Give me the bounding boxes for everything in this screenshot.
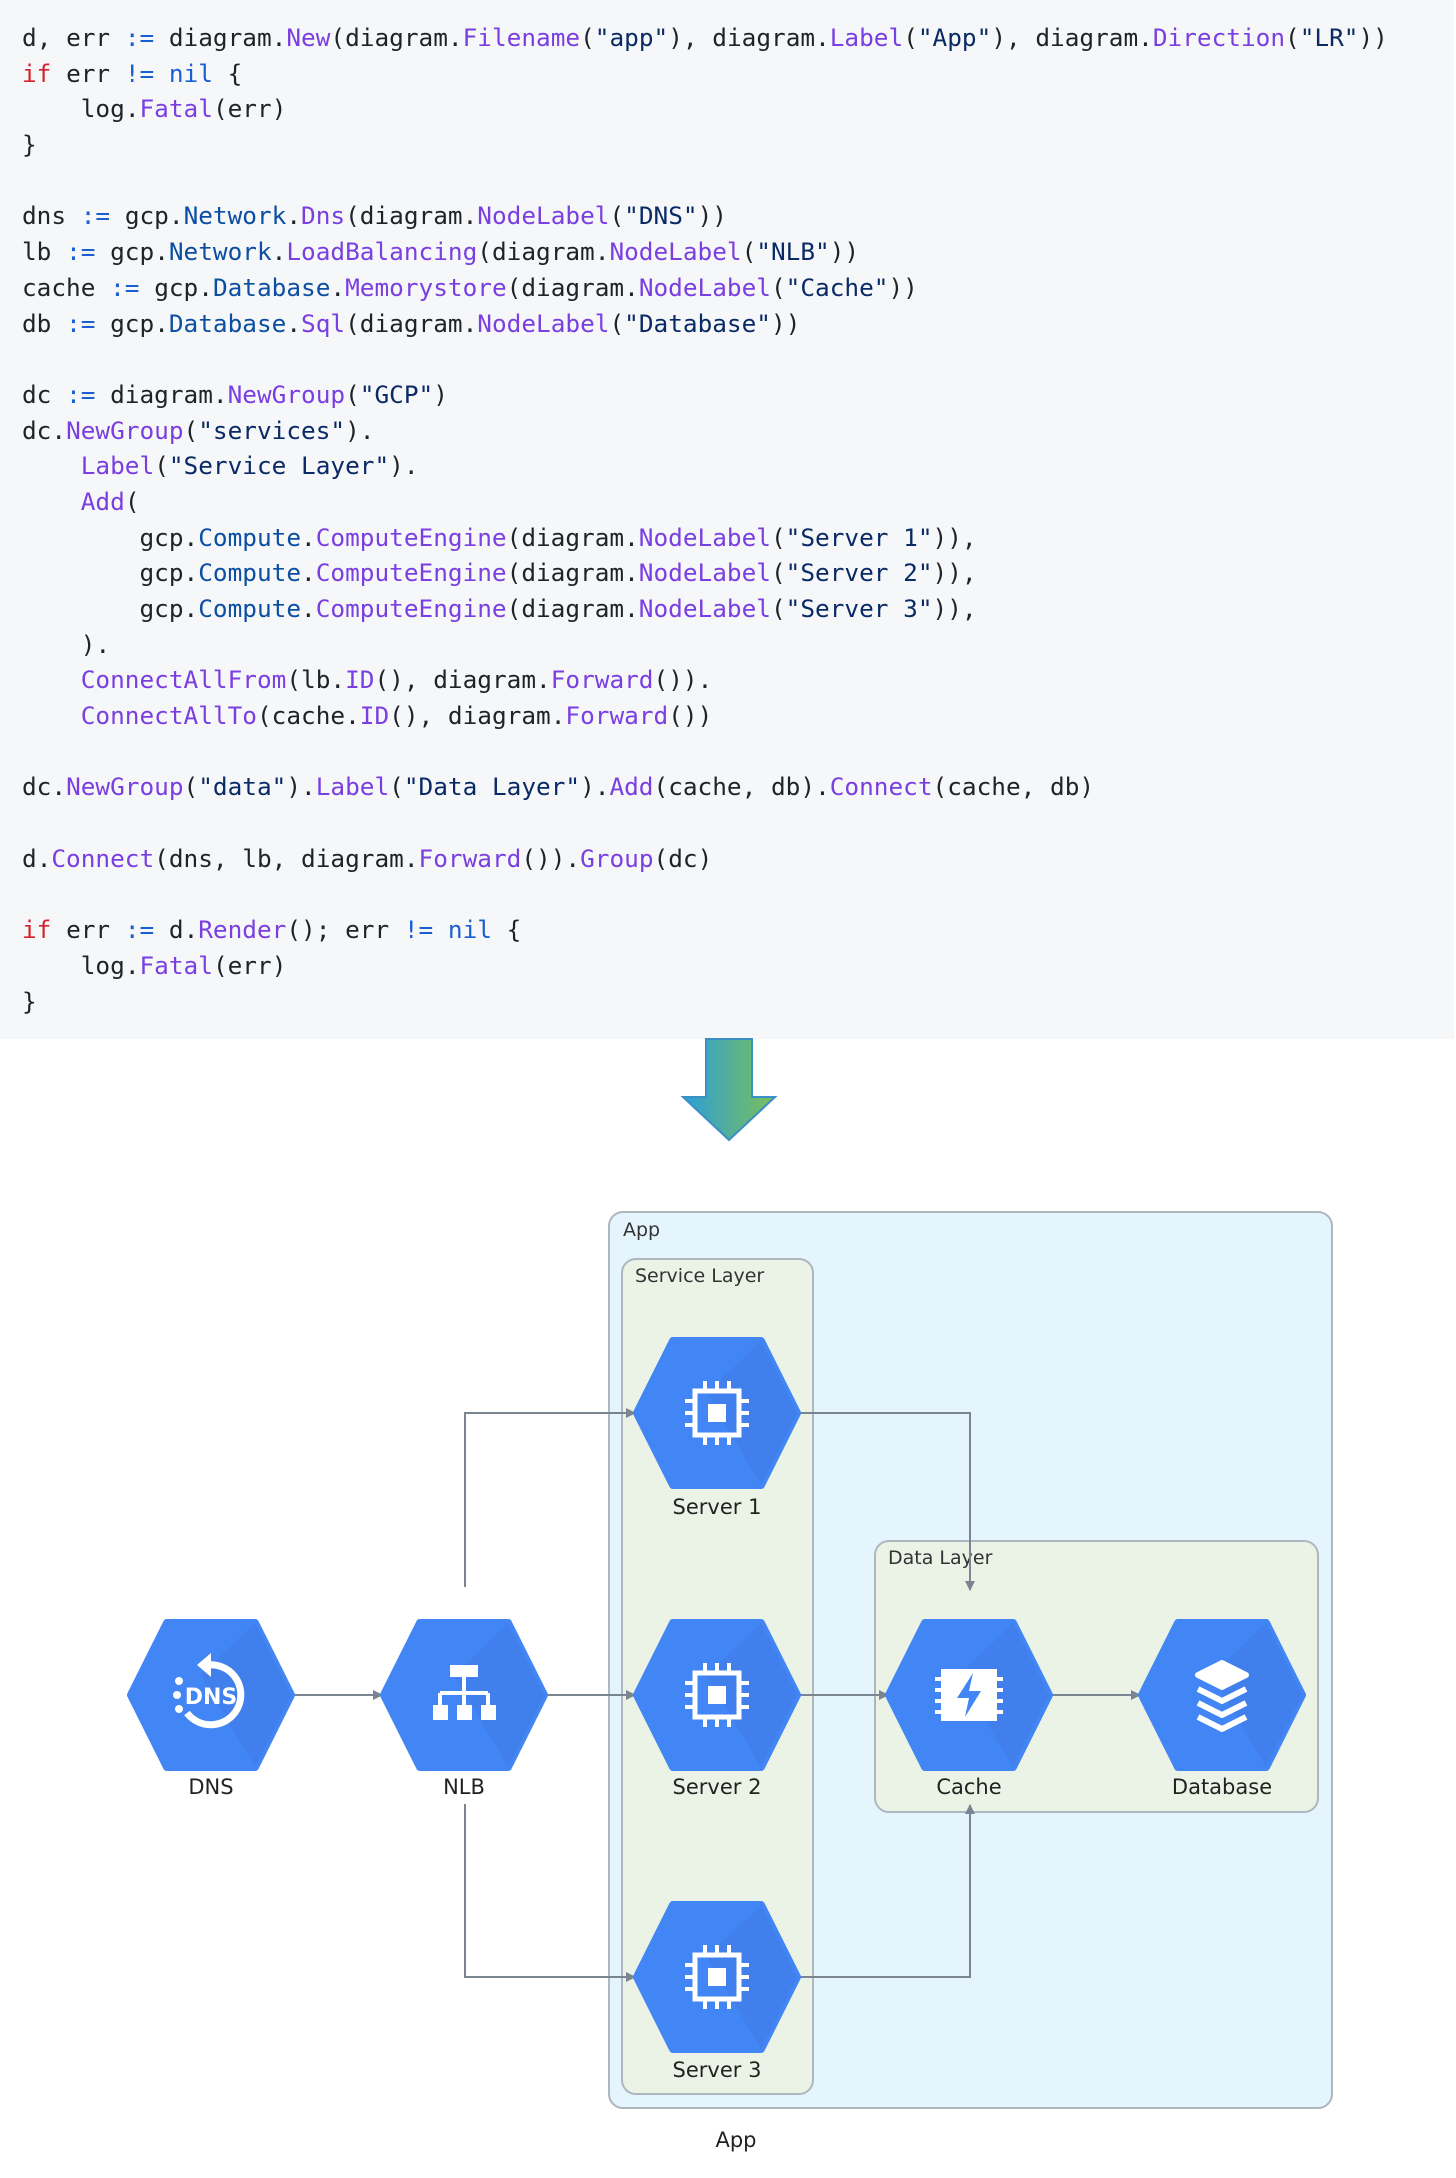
down-arrow-icon — [680, 1038, 778, 1142]
cluster-app-label: App — [623, 1219, 660, 1241]
node-label: Server 2 — [673, 1775, 762, 1799]
node-label: Cache — [936, 1775, 1001, 1799]
node-label: DNS — [188, 1775, 233, 1799]
diagram-caption: App — [715, 2128, 756, 2152]
node-label: Server 3 — [673, 2058, 762, 2082]
node-label: Database — [1172, 1775, 1272, 1799]
svg-text:DNS: DNS — [185, 1685, 238, 1710]
compute-engine-icon — [685, 1663, 749, 1727]
compute-engine-icon — [685, 1381, 749, 1445]
cluster-data-label: Data Layer — [888, 1547, 993, 1569]
node-dns[interactable]: DNS DNS — [131, 1623, 291, 1799]
cluster-service-label: Service Layer — [635, 1265, 764, 1287]
architecture-diagram: App Service Layer Data Layer DNS DNS NLB… — [0, 1038, 1333, 2152]
memorystore-icon — [935, 1669, 1003, 1721]
node-nlb[interactable]: NLB — [384, 1623, 544, 1799]
node-label: NLB — [443, 1775, 485, 1799]
node-label: Server 1 — [673, 1495, 762, 1519]
compute-engine-icon — [685, 1945, 749, 2009]
